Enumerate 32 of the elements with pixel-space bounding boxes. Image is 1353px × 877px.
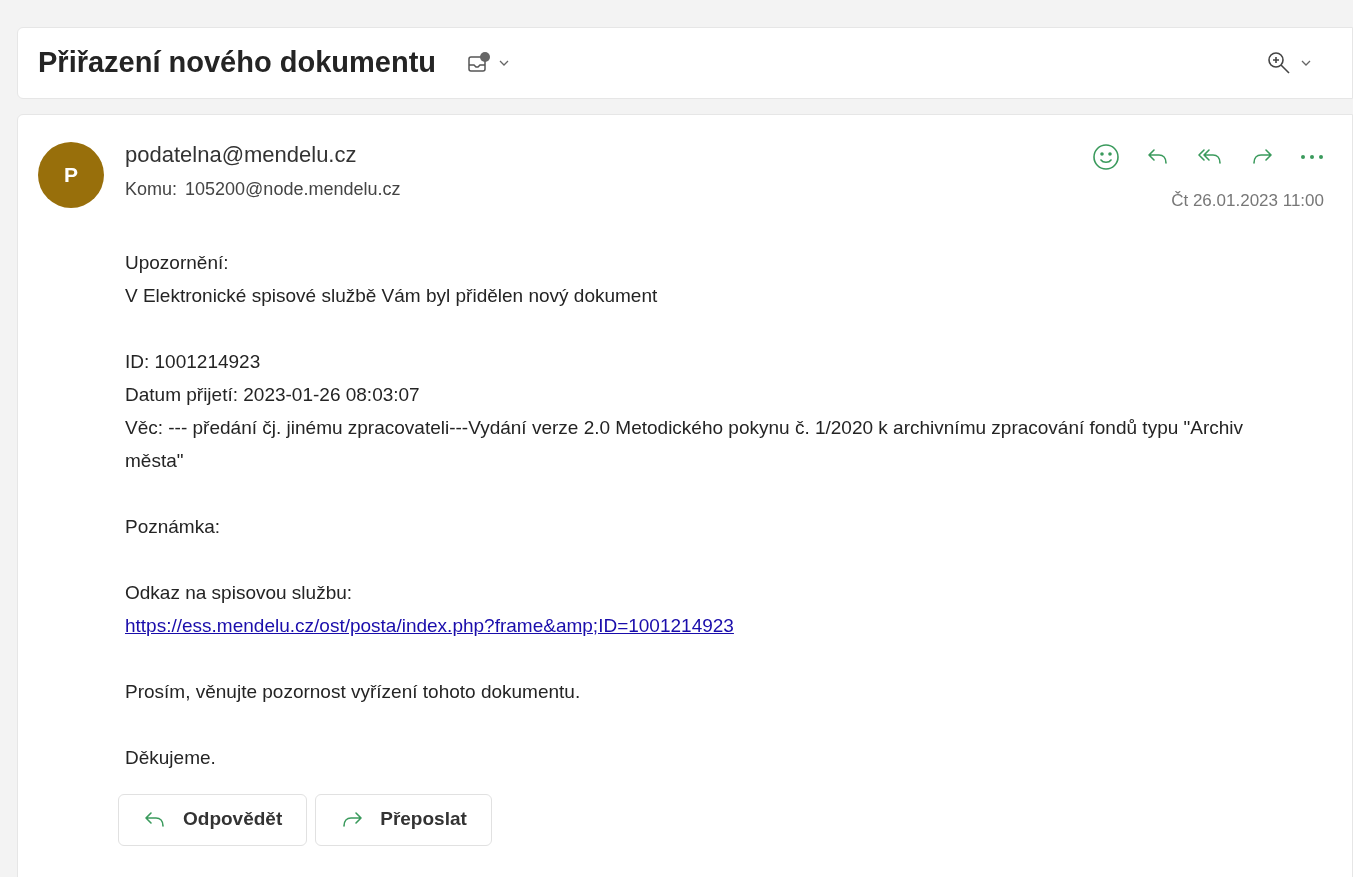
forward-icon — [1250, 147, 1274, 167]
smiley-icon — [1092, 143, 1120, 171]
zoom-in-icon — [1266, 50, 1292, 76]
forward-icon — [340, 809, 365, 830]
emoji-reaction-button[interactable] — [1092, 143, 1120, 171]
body-text: Upozornění: — [125, 250, 230, 275]
sender-avatar: P — [38, 142, 104, 208]
recipient-label: Komu: — [125, 178, 178, 201]
more-icon — [1300, 154, 1324, 160]
reply-button[interactable]: Odpovědět — [118, 793, 308, 846]
body-text: Datum přijetí: 2023-01-26 08:03:07 — [125, 382, 421, 407]
reply-all-icon — [1196, 147, 1224, 167]
reply-icon — [143, 809, 167, 830]
more-actions-button[interactable] — [1300, 154, 1324, 160]
sender-address: podatelna@mendelu.cz — [125, 141, 358, 169]
reply-button[interactable] — [1146, 147, 1170, 167]
body-text: V Elektronické spisové službě Vám byl přidělen nový dokument — [125, 283, 659, 308]
body-text: Odkaz na spisovou službu: — [125, 580, 354, 605]
body-text: Děkujeme. — [125, 745, 217, 770]
body-text: Poznámka: — [125, 514, 222, 539]
document-link[interactable]: https://ess.mendelu.cz/ost/posta/index.php?frame&amp;ID=1001214923 — [125, 608, 734, 642]
forward-button[interactable] — [1250, 147, 1274, 167]
recipient-address: 105200@node.mendelu.cz — [185, 178, 401, 201]
body-text: Věc: --- předání čj. jinému zpracovateli---Vydání verze 2.0 Metodického pokynu č. 1/2020 k archivnímu zpracování fondů typu "Archiv města" — [125, 415, 1245, 473]
body-text: ID: 1001214923 — [125, 349, 262, 374]
email-subject: Přiřazení nového dokumentu — [38, 45, 436, 81]
zoom-button[interactable] — [1266, 50, 1312, 76]
reply-all-button[interactable] — [1196, 147, 1224, 167]
message-date: Čt 26.01.2023 11:00 — [1171, 190, 1324, 212]
reply-icon — [1146, 147, 1170, 167]
forward-button[interactable]: Přeposlat — [315, 793, 492, 846]
body-text: Prosím, věnujte pozornost vyřízení tohoto dokumentu. — [125, 679, 582, 704]
